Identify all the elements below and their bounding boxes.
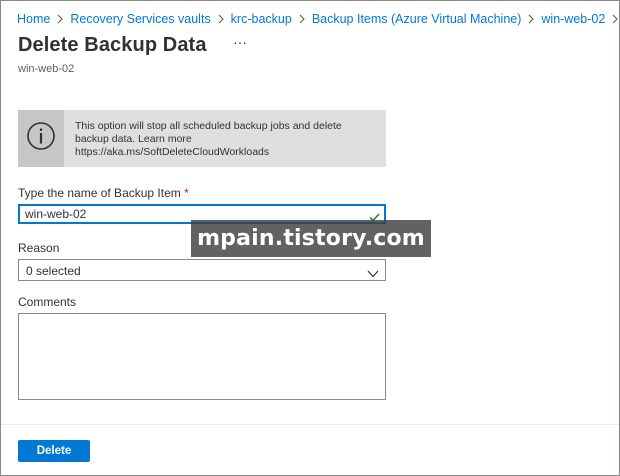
breadcrumb-home[interactable]: Home: [17, 12, 50, 26]
breadcrumb: Home Recovery Services vaults krc-backup…: [17, 11, 620, 27]
blade-panel: Home Recovery Services vaults krc-backup…: [0, 0, 620, 476]
backup-item-label-text: Type the name of Backup Item: [18, 186, 181, 200]
page-subtitle: win-web-02: [18, 63, 75, 75]
footer-divider: [1, 424, 619, 425]
info-icon: [26, 121, 56, 156]
info-icon-container: [18, 110, 64, 167]
breadcrumb-item[interactable]: win-web-02: [541, 12, 605, 26]
chevron-down-icon: [367, 265, 379, 283]
breadcrumb-recovery-services-vaults[interactable]: Recovery Services vaults: [70, 12, 210, 26]
watermark: mpain.tistory.com: [191, 220, 431, 257]
chevron-right-icon: [57, 14, 64, 24]
backup-item-name-value: win-web-02: [25, 207, 87, 221]
reason-selected-value: 0 selected: [26, 264, 81, 278]
breadcrumb-backup-items[interactable]: Backup Items (Azure Virtual Machine): [312, 12, 522, 26]
reason-label: Reason: [18, 241, 60, 255]
backup-item-label: Type the name of Backup Item *: [18, 186, 189, 200]
breadcrumb-vault[interactable]: krc-backup: [231, 12, 292, 26]
chevron-right-icon: [299, 14, 305, 24]
comments-label: Comments: [18, 295, 77, 309]
page-title: Delete Backup Data: [18, 34, 207, 56]
chevron-right-icon: [528, 14, 535, 24]
chevron-right-icon: [218, 14, 224, 24]
more-options-button[interactable]: ···: [231, 35, 249, 55]
chevron-right-icon: [612, 14, 619, 24]
info-banner: This option will stop all scheduled back…: [18, 110, 386, 167]
required-marker: *: [184, 186, 189, 200]
reason-dropdown[interactable]: 0 selected: [18, 259, 386, 281]
delete-button[interactable]: Delete: [18, 440, 90, 462]
info-message: This option will stop all scheduled back…: [75, 120, 342, 158]
comments-textarea[interactable]: [18, 313, 386, 400]
